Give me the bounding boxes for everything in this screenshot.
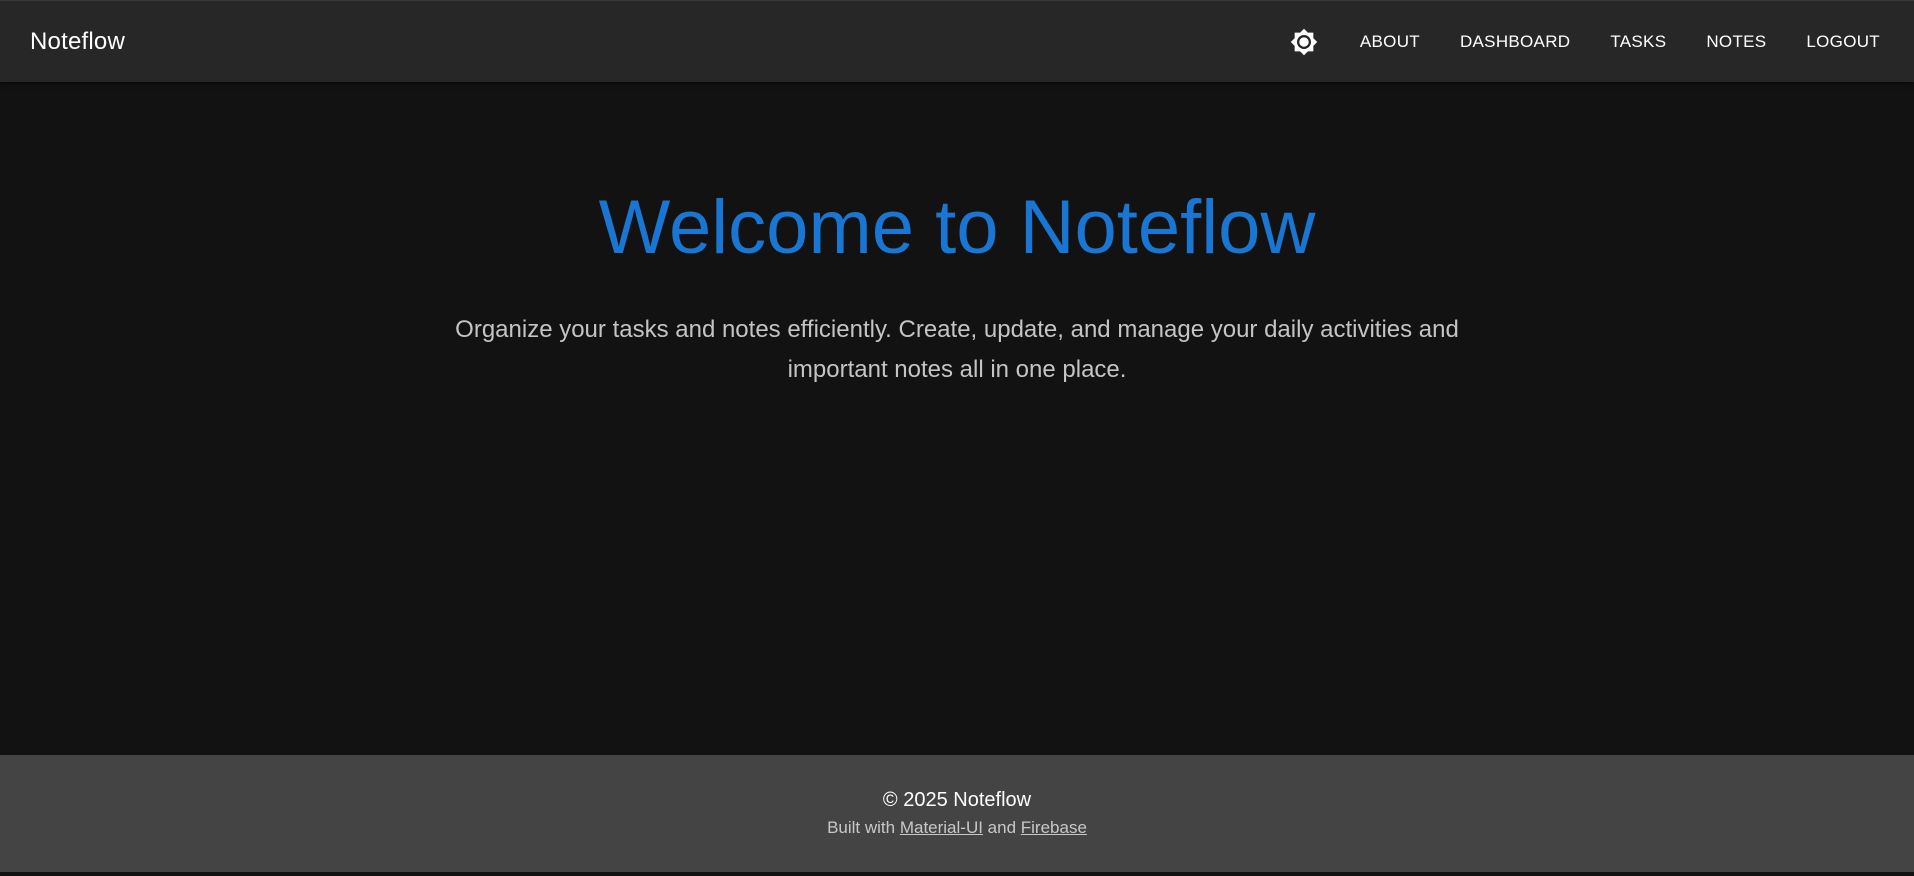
main-nav: ABOUT DASHBOARD TASKS NOTES LOGOUT: [1284, 22, 1884, 62]
nav-tasks-button[interactable]: TASKS: [1590, 24, 1686, 60]
hero-section: Welcome to Noteflow Organize your tasks …: [0, 82, 1914, 755]
footer-built-between: and: [982, 818, 1021, 837]
material-ui-link[interactable]: Material-UI: [900, 818, 983, 837]
hero-title: Welcome to Noteflow: [598, 185, 1316, 270]
nav-about-button[interactable]: ABOUT: [1340, 24, 1440, 60]
bottom-edge: [0, 872, 1914, 876]
hero-subtitle-line2: important notes all in one place.: [787, 356, 1127, 383]
nav-notes-button[interactable]: NOTES: [1686, 24, 1786, 60]
app-root: Noteflow ABOUT DASHBOARD TASKS NOTES LOG…: [0, 0, 1914, 876]
nav-logout-button[interactable]: LOGOUT: [1786, 24, 1884, 60]
brand-title[interactable]: Noteflow: [30, 28, 1284, 56]
app-bar: Noteflow ABOUT DASHBOARD TASKS NOTES LOG…: [0, 0, 1914, 82]
page-footer: © 2025 Noteflow Built with Material-UI a…: [0, 755, 1914, 872]
footer-built-with: Built with Material-UI and Firebase: [0, 818, 1914, 838]
footer-built-prefix: Built with: [827, 818, 900, 837]
brightness-icon: [1290, 28, 1318, 55]
hero-subtitle-line1: Organize your tasks and notes efficientl…: [455, 316, 1459, 343]
hero-subtitle: Organize your tasks and notes efficientl…: [420, 310, 1494, 390]
firebase-link[interactable]: Firebase: [1021, 818, 1087, 837]
theme-toggle-button[interactable]: [1284, 22, 1324, 62]
nav-dashboard-button[interactable]: DASHBOARD: [1440, 24, 1590, 60]
footer-copyright: © 2025 Noteflow: [882, 789, 1032, 811]
